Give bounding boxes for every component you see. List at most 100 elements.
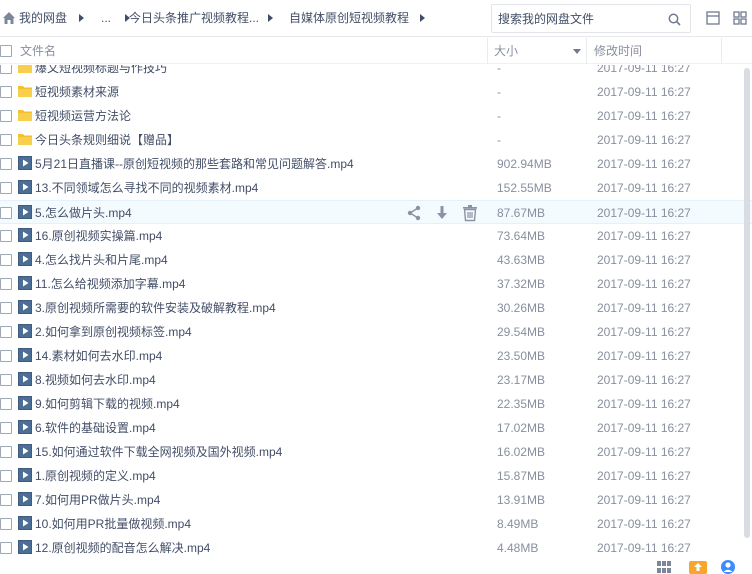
search-icon[interactable] — [668, 13, 681, 26]
file-name[interactable]: 2.如何拿到原创视频标签.mp4 — [35, 320, 192, 344]
file-row[interactable]: 8.视频如何去水印.mp4 23.17MB 2017-09-11 16:27 — [0, 368, 752, 392]
file-row[interactable]: 10.如何用PR批量做视频.mp4 8.49MB 2017-09-11 16:27 — [0, 512, 752, 536]
file-size: - — [497, 109, 501, 123]
column-header-size[interactable]: 大小 — [494, 38, 518, 64]
file-row[interactable]: 9.如何剪辑下载的视频.mp4 22.35MB 2017-09-11 16:27 — [0, 392, 752, 416]
row-checkbox[interactable] — [0, 542, 12, 554]
file-modified-time: 2017-09-11 16:27 — [597, 206, 691, 220]
row-checkbox[interactable] — [0, 470, 12, 482]
file-row[interactable]: 5月21日直播课--原创短视频的那些套路和常见问题解答.mp4 902.94MB 2… — [0, 152, 752, 176]
row-checkbox[interactable] — [0, 422, 12, 434]
file-name[interactable]: 13.不同领域怎么寻找不同的视频素材.mp4 — [35, 176, 258, 200]
file-name[interactable]: 16.原创视频实操篇.mp4 — [35, 224, 162, 248]
row-checkbox[interactable] — [0, 350, 12, 362]
row-checkbox[interactable] — [0, 182, 12, 194]
layout-toggle-icon[interactable] — [706, 11, 720, 25]
file-row[interactable]: 6.软件的基础设置.mp4 17.02MB 2017-09-11 16:27 — [0, 416, 752, 440]
delete-icon[interactable] — [461, 204, 479, 222]
file-name[interactable]: 14.素材如何去水印.mp4 — [35, 344, 162, 368]
video-file-icon — [17, 443, 33, 459]
breadcrumb-item-ellipsis[interactable]: ... — [101, 0, 111, 37]
breadcrumb-item-root[interactable]: 我的网盘 — [19, 0, 67, 37]
file-list: 爆文短视频标题与作技巧 - 2017-09-11 16:27 短视频素材来源 - 2017… — [0, 65, 752, 556]
file-name[interactable]: 7.如何用PR做片头.mp4 — [35, 488, 160, 512]
file-row[interactable]: 11.怎么给视频添加字幕.mp4 37.32MB 2017-09-11 16:27 — [0, 272, 752, 296]
row-checkbox[interactable] — [0, 518, 12, 530]
thumbnail-view-icon[interactable] — [657, 561, 671, 573]
file-row[interactable]: 4.怎么找片头和片尾.mp4 43.63MB 2017-09-11 16:27 — [0, 248, 752, 272]
file-size: 30.26MB — [497, 301, 546, 315]
select-all-checkbox[interactable] — [0, 45, 12, 57]
row-checkbox[interactable] — [0, 278, 12, 290]
file-name[interactable]: 4.怎么找片头和片尾.mp4 — [35, 248, 168, 272]
file-row[interactable]: 2.如何拿到原创视频标签.mp4 29.54MB 2017-09-11 16:27 — [0, 320, 752, 344]
row-checkbox[interactable] — [0, 254, 12, 266]
file-name[interactable]: 短视频素材来源 — [35, 80, 119, 104]
file-modified-time: 2017-09-11 16:27 — [597, 157, 691, 171]
row-checkbox[interactable] — [0, 207, 12, 219]
row-checkbox[interactable] — [0, 134, 12, 146]
user-avatar-icon[interactable] — [718, 558, 738, 574]
file-size: 23.50MB — [497, 349, 546, 363]
column-divider — [487, 38, 488, 64]
folder-row[interactable]: 今日头条规则细说【赠品】 - 2017-09-11 16:27 — [0, 128, 752, 152]
file-modified-time: 2017-09-11 16:27 — [597, 85, 691, 99]
row-checkbox[interactable] — [0, 494, 12, 506]
file-row[interactable]: 7.如何用PR做片头.mp4 13.91MB 2017-09-11 16:27 — [0, 488, 752, 512]
file-name[interactable]: 12.原创视频的配音怎么解决.mp4 — [35, 536, 210, 556]
file-name[interactable]: 11.怎么给视频添加字幕.mp4 — [35, 272, 185, 296]
file-row[interactable]: 1.原创视频的定义.mp4 15.87MB 2017-09-11 16:27 — [0, 464, 752, 488]
file-name[interactable]: 今日头条规则细说【赠品】 — [35, 128, 179, 152]
breadcrumb-item-current[interactable]: 自媒体原创短视频教程 — [289, 0, 409, 37]
share-icon[interactable] — [405, 204, 423, 222]
file-modified-time: 2017-09-11 16:27 — [597, 445, 691, 459]
row-checkbox[interactable] — [0, 398, 12, 410]
file-row[interactable]: 16.原创视频实操篇.mp4 73.64MB 2017-09-11 16:27 — [0, 224, 752, 248]
row-checkbox[interactable] — [0, 446, 12, 458]
row-checkbox[interactable] — [0, 230, 12, 242]
file-name[interactable]: 1.原创视频的定义.mp4 — [35, 464, 156, 488]
grid-view-icon[interactable] — [733, 11, 747, 25]
file-name[interactable]: 6.软件的基础设置.mp4 — [35, 416, 156, 440]
column-header-modified[interactable]: 修改时间 — [594, 38, 642, 64]
file-name[interactable]: 9.如何剪辑下载的视频.mp4 — [35, 392, 180, 416]
file-name[interactable]: 5月21日直播课--原创短视频的那些套路和常见问题解答.mp4 — [35, 152, 354, 176]
file-name[interactable]: 5.怎么做片头.mp4 — [35, 201, 132, 225]
file-modified-time: 2017-09-11 16:27 — [597, 373, 691, 387]
file-row[interactable]: 5.怎么做片头.mp4 87.67MB 2017-09-11 16:27 — [0, 200, 752, 224]
file-row[interactable]: 12.原创视频的配音怎么解决.mp4 4.48MB 2017-09-11 16:27 — [0, 536, 752, 556]
folder-row[interactable]: 短视频运营方法论 - 2017-09-11 16:27 — [0, 104, 752, 128]
search-input[interactable] — [498, 9, 666, 28]
scrollbar-thumb[interactable] — [744, 68, 750, 538]
file-name[interactable]: 爆文短视频标题与作技巧 — [35, 65, 167, 80]
file-row[interactable]: 13.不同领域怎么寻找不同的视频素材.mp4 152.55MB 2017-09-11… — [0, 176, 752, 200]
search-box — [491, 4, 691, 33]
file-name[interactable]: 3.原创视频所需要的软件安装及破解教程.mp4 — [35, 296, 276, 320]
file-row[interactable]: 14.素材如何去水印.mp4 23.50MB 2017-09-11 16:27 — [0, 344, 752, 368]
row-checkbox[interactable] — [0, 65, 12, 74]
column-divider — [586, 38, 587, 64]
file-name[interactable]: 15.如何通过软件下载全网视频及国外视频.mp4 — [35, 440, 282, 464]
file-row[interactable]: 15.如何通过软件下载全网视频及国外视频.mp4 16.02MB 2017-09-1… — [0, 440, 752, 464]
download-icon[interactable] — [433, 204, 451, 222]
row-checkbox[interactable] — [0, 326, 12, 338]
home-icon[interactable] — [2, 11, 16, 25]
row-checkbox[interactable] — [0, 110, 12, 122]
row-checkbox[interactable] — [0, 158, 12, 170]
file-name[interactable]: 8.视频如何去水印.mp4 — [35, 368, 156, 392]
sort-arrow-icon[interactable] — [573, 49, 581, 54]
breadcrumb-item-parent[interactable]: 今日头条推广视频教程... — [129, 0, 259, 37]
row-checkbox[interactable] — [0, 374, 12, 386]
video-file-icon — [17, 515, 33, 531]
folder-row[interactable]: 短视频素材来源 - 2017-09-11 16:27 — [0, 80, 752, 104]
file-row[interactable]: 3.原创视频所需要的软件安装及破解教程.mp4 30.26MB 2017-09-11… — [0, 296, 752, 320]
row-checkbox[interactable] — [0, 302, 12, 314]
file-name[interactable]: 10.如何用PR批量做视频.mp4 — [35, 512, 191, 536]
column-header-name[interactable]: 文件名 — [20, 38, 56, 64]
folder-row[interactable]: 爆文短视频标题与作技巧 - 2017-09-11 16:27 — [0, 65, 752, 80]
file-name[interactable]: 短视频运营方法论 — [35, 104, 131, 128]
row-checkbox[interactable] — [0, 86, 12, 98]
file-size: 13.91MB — [497, 493, 546, 507]
upload-icon[interactable] — [689, 559, 707, 574]
breadcrumb-separator[interactable] — [420, 14, 425, 22]
